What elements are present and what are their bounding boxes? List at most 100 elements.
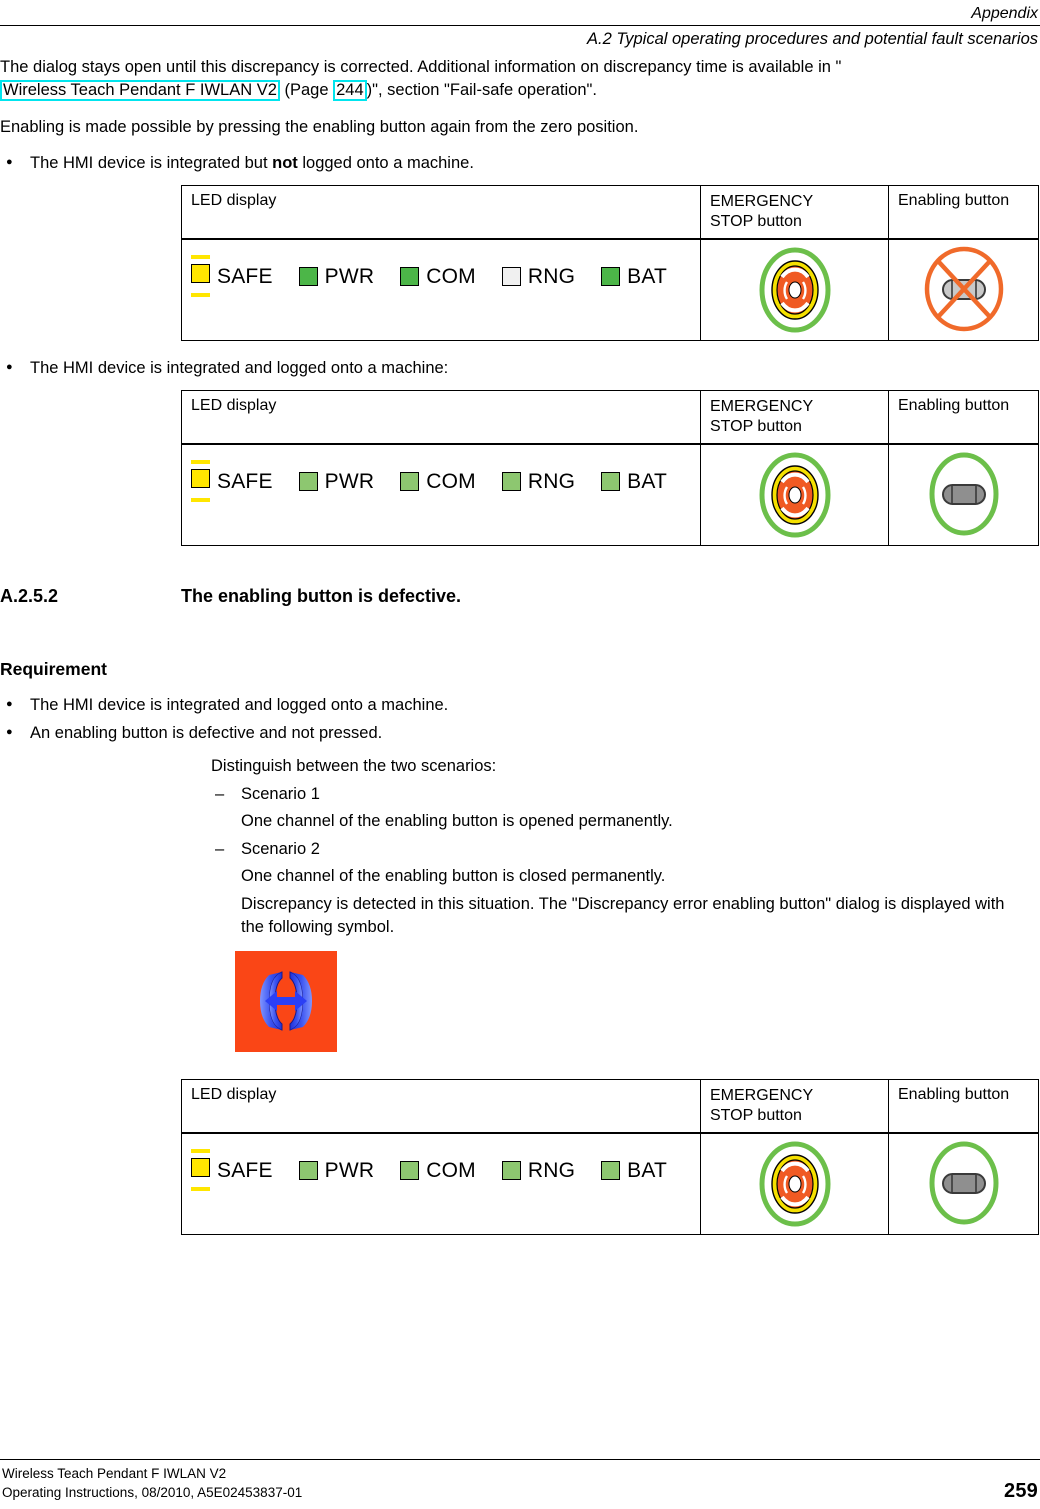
led-display-cell: SAFE PWR COM RNG BAT (181, 443, 701, 547)
footer-page-number: 259 (1004, 1480, 1038, 1502)
led-square-safe (191, 469, 210, 489)
column-header-led-display: LED display (181, 1079, 701, 1135)
led-square-rng (501, 471, 521, 491)
emergency-stop-cell (700, 1132, 889, 1236)
enabling-paragraph: Enabling is made possible by pressing th… (0, 117, 639, 136)
emergency-stop-cell (700, 238, 889, 342)
led-label-rng: RNG (527, 264, 576, 288)
estop-header-line2: STOP button (710, 213, 802, 231)
led-item-com: COM (400, 471, 476, 492)
header-section: A.2 Typical operating procedures and pot… (587, 30, 1038, 49)
led-label-com: COM (426, 469, 476, 493)
bullet-list-logged-on: The HMI device is integrated and logged … (0, 357, 1040, 380)
led-label-safe: SAFE (217, 469, 273, 493)
estop-header-line1: EMERGENCY (710, 193, 814, 211)
footer-doc-info: Wireless Teach Pendant F IWLAN V2 Operat… (2, 1464, 302, 1503)
led-square-bat (601, 471, 621, 491)
led-item-safe: SAFE (191, 255, 273, 298)
bullet-text-part2: logged onto a machine. (297, 154, 474, 173)
column-header-led-display: LED display (181, 185, 701, 241)
led-item-com: COM (400, 1160, 476, 1181)
page-footer: Wireless Teach Pendant F IWLAN V2 Operat… (0, 1458, 1040, 1509)
led-square-safe (191, 1158, 210, 1178)
led-blink-indicator (191, 255, 210, 298)
led-label-com: COM (426, 264, 476, 288)
led-item-rng: RNG (501, 1158, 576, 1182)
discrepancy-description: Discrepancy is detected in this situatio… (241, 895, 1005, 937)
column-header-enabling-button: Enabling button (888, 1079, 1039, 1135)
led-label-pwr: PWR (324, 264, 375, 288)
led-item-safe: SAFE (191, 460, 273, 503)
led-blink-indicator (191, 460, 210, 503)
led-label-pwr: PWR (324, 469, 375, 493)
emergency-stop-cell (700, 443, 889, 547)
led-label-safe: SAFE (217, 1158, 273, 1182)
scenario-2-text: One channel of the enabling button is cl… (241, 867, 666, 886)
led-label-bat: BAT (627, 1158, 667, 1182)
led-blink-indicator (191, 1149, 210, 1192)
enabling-button-disabled-icon (924, 247, 1003, 332)
discrepancy-error-enabling-button-symbol-icon (235, 951, 337, 1053)
led-item-bat: BAT (601, 471, 667, 492)
table-row: SAFE PWR COM RNG BAT (181, 443, 1039, 547)
link-page-244[interactable]: 244 (333, 79, 367, 102)
footer-doc-title: Wireless Teach Pendant F IWLAN V2 (2, 1465, 227, 1481)
led-square-rng (501, 266, 521, 286)
column-header-enabling-button: Enabling button (888, 185, 1039, 241)
scenario-1-text: One channel of the enabling button is op… (241, 811, 673, 830)
led-label-bat: BAT (627, 469, 667, 493)
enabling-button-cell (888, 443, 1039, 547)
emergency-stop-button-icon (759, 452, 830, 538)
led-square-bat (601, 266, 621, 286)
led-item-pwr: PWR (298, 264, 375, 288)
section-heading: A.2.5.2 The enabling button is defective… (0, 586, 1040, 607)
scenarios-block: Distinguish between the two scenarios: S… (181, 755, 1040, 1058)
led-square-safe (191, 264, 210, 284)
led-square-com (400, 1160, 420, 1180)
led-label-rng: RNG (527, 1158, 576, 1182)
led-item-bat: BAT (601, 266, 667, 287)
led-display-cell: SAFE PWR COM RNG BAT (181, 238, 701, 342)
enabling-button-enabled-icon (929, 452, 998, 536)
led-label-bat: BAT (627, 264, 667, 288)
requirement-heading: Requirement (0, 659, 107, 680)
led-item-rng: RNG (501, 471, 575, 492)
table-row: SAFE PWR COM RNG BAT (181, 238, 1039, 342)
requirement-bullet-2: An enabling button is defective and not … (0, 722, 1040, 745)
column-header-led-display: LED display (181, 390, 701, 446)
led-square-pwr (298, 471, 318, 491)
link-wireless-teach-pendant[interactable]: Wireless Teach Pendant F IWLAN V2 (0, 79, 280, 102)
led-square-com (400, 471, 420, 491)
column-header-emergency-stop: EMERGENCY STOP button (700, 1079, 889, 1135)
table-header-row: LED display EMERGENCY STOP button Enabli… (181, 390, 1039, 446)
scenarios-intro: Distinguish between the two scenarios: (211, 756, 497, 775)
led-label-pwr: PWR (324, 1158, 375, 1182)
table-not-logged-on: LED display EMERGENCY STOP button Enabli… (181, 185, 1039, 342)
led-square-bat (601, 1160, 621, 1180)
table-header-row: LED display EMERGENCY STOP button Enabli… (181, 1079, 1039, 1135)
estop-header-line2: STOP button (710, 418, 802, 436)
discrepancy-symbol-container (235, 951, 1040, 1057)
estop-header-line1: EMERGENCY (710, 398, 814, 416)
column-header-emergency-stop: EMERGENCY STOP button (700, 185, 889, 241)
intro-paragraph-part3: )", section "Fail-safe operation". (366, 80, 597, 99)
table-defective-enabling: LED display EMERGENCY STOP button Enabli… (181, 1079, 1039, 1236)
requirement-bullet-list: The HMI device is integrated and logged … (0, 694, 1040, 744)
bullet-item-logged-on: The HMI device is integrated and logged … (0, 357, 1040, 380)
led-indicator-group: SAFE PWR COM RNG BAT (191, 255, 691, 298)
bullet-text-emphasis-not: not (272, 154, 298, 173)
led-item-safe: SAFE (191, 1149, 273, 1192)
bullet-list-not-logged-on: The HMI device is integrated but not log… (0, 152, 1040, 175)
led-label-safe: SAFE (217, 264, 273, 288)
led-indicator-group: SAFE PWR COM RNG BAT (191, 460, 691, 503)
header-chapter: Appendix (971, 5, 1038, 22)
enabling-button-enabled-icon (929, 1141, 998, 1225)
led-item-pwr: PWR (298, 469, 375, 493)
intro-paragraph-part1: The dialog stays open until this discrep… (0, 58, 842, 76)
led-item-com: COM (400, 266, 476, 287)
led-display-cell: SAFE PWR COM RNG BAT (181, 1132, 701, 1236)
page-header: Appendix A.2 Typical operating procedure… (0, 0, 1040, 51)
led-item-pwr: PWR (298, 1158, 375, 1182)
led-item-rng: RNG (501, 264, 576, 288)
page-content: The dialog stays open until this discrep… (0, 56, 1040, 1236)
